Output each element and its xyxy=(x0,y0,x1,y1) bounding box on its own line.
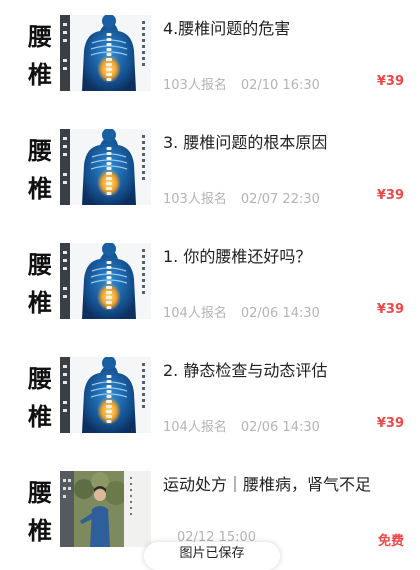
thumbnail-char: 腰 xyxy=(28,249,52,279)
course-thumbnail[interactable]: 腰椎 xyxy=(17,129,151,205)
thumbnail-char: 腰 xyxy=(28,135,52,165)
course-price: 免费 xyxy=(377,534,404,549)
course-title[interactable]: 4.腰椎问题的危害 xyxy=(163,15,290,39)
enrolled-count: 104人报名 xyxy=(163,420,227,435)
course-meta: 103人报名 02/10 16:30 xyxy=(163,74,320,93)
course-thumbnail[interactable]: 腰椎 xyxy=(17,15,151,91)
course-title[interactable]: 3. 腰椎问题的根本原因 xyxy=(163,129,327,153)
thumbnail-image-panel xyxy=(60,357,151,433)
thumbnail-title: 腰椎 xyxy=(21,357,59,433)
thumbnail-char: 椎 xyxy=(28,401,52,431)
thumbnail-char: 腰 xyxy=(28,477,52,507)
course-datetime: 02/06 14:30 xyxy=(240,420,320,435)
course-item[interactable]: 腰椎 2. 静态检查与动态评估 104人报名 02/06 14:30 ¥39 xyxy=(0,342,420,456)
course-title[interactable]: 1. 你的腰椎还好吗？ xyxy=(163,243,311,267)
course-price: ¥39 xyxy=(376,302,404,317)
course-meta: 103人报名 02/07 22:30 xyxy=(163,188,320,207)
thumbnail-image-panel xyxy=(60,129,151,205)
course-thumbnail[interactable]: 腰椎 xyxy=(17,357,151,433)
course-item[interactable]: 腰椎 1. 你的腰椎还好吗？ 104人报名 02/06 14:30 ¥39 xyxy=(0,228,420,342)
course-title[interactable]: 2. 静态检查与动态评估 xyxy=(163,357,327,381)
course-price: ¥39 xyxy=(376,416,404,431)
course-datetime: 02/06 14:30 xyxy=(240,306,320,321)
thumbnail-char: 腰 xyxy=(28,363,52,393)
enrolled-count: 104人报名 xyxy=(163,306,227,321)
enrolled-count: 103人报名 xyxy=(163,192,227,207)
spine-xray-image xyxy=(60,357,151,433)
course-price: ¥39 xyxy=(376,188,404,203)
thumbnail-char: 椎 xyxy=(28,515,52,545)
thumbnail-image-panel xyxy=(60,243,151,319)
thumbnail-image-panel xyxy=(60,471,151,547)
thumbnail-char: 椎 xyxy=(28,59,52,89)
thumbnail-title: 腰椎 xyxy=(21,15,59,91)
course-item[interactable]: 腰椎 3. 腰椎问题的根本原因 103人报名 02/07 22:30 ¥39 xyxy=(0,114,420,228)
course-meta: 104人报名 02/06 14:30 xyxy=(163,302,320,321)
toast-text: 图片已保存 xyxy=(179,546,245,561)
course-meta: 104人报名 02/06 14:30 xyxy=(163,416,320,435)
thumbnail-title: 腰椎 xyxy=(21,471,59,547)
course-title[interactable]: 运动处方｜腰椎病，肾气不足 xyxy=(163,471,371,495)
course-thumbnail[interactable]: 腰椎 xyxy=(17,243,151,319)
spine-xray-image xyxy=(60,15,151,91)
thumbnail-title: 腰椎 xyxy=(21,243,59,319)
course-item[interactable]: 腰椎 4.腰椎问题的危害 103人报名 02/10 16:30 ¥39 xyxy=(0,0,420,114)
enrolled-count: 103人报名 xyxy=(163,78,227,93)
exercise-photo-image xyxy=(60,471,151,547)
spine-xray-image xyxy=(60,243,151,319)
thumbnail-char: 椎 xyxy=(28,287,52,317)
course-datetime: 02/07 22:30 xyxy=(240,192,320,207)
thumbnail-char: 腰 xyxy=(28,21,52,51)
thumbnail-image-panel xyxy=(60,15,151,91)
course-price: ¥39 xyxy=(376,74,404,89)
thumbnail-char: 椎 xyxy=(28,173,52,203)
spine-xray-image xyxy=(60,129,151,205)
course-datetime: 02/10 16:30 xyxy=(240,78,320,93)
saved-toast: 图片已保存 xyxy=(144,542,280,570)
course-thumbnail[interactable]: 腰椎 xyxy=(17,471,151,547)
thumbnail-title: 腰椎 xyxy=(21,129,59,205)
